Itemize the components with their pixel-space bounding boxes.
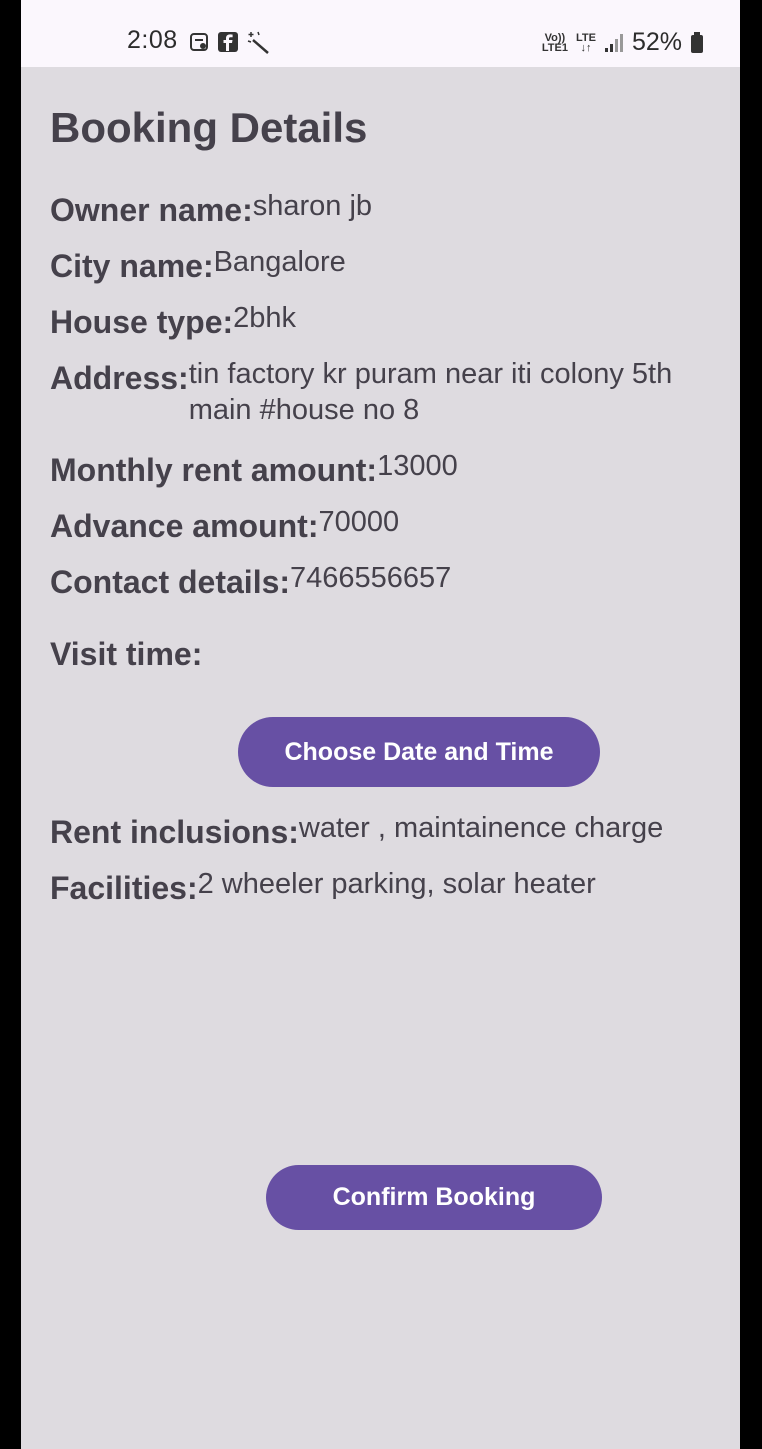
- facebook-icon: [218, 32, 238, 52]
- contact-details-value: 7466556657: [290, 562, 452, 594]
- advance-amount-value: 70000: [318, 506, 400, 538]
- battery-percentage: 52%: [631, 28, 682, 56]
- rent-inclusions-row: Rent inclusions: water , maintainence ch…: [50, 810, 663, 851]
- rent-inclusions-label: Rent inclusions:: [50, 814, 299, 850]
- advance-amount-label: Advance amount:: [50, 508, 319, 544]
- status-time: 2:08: [127, 26, 178, 54]
- address-row: Address: tin factory kr puram near iti c…: [50, 356, 720, 428]
- owner-name-value: sharon jb: [252, 190, 373, 222]
- address-value: tin factory kr puram near iti colony 5th…: [188, 358, 673, 426]
- signal-icon: [604, 33, 623, 52]
- house-type-row: House type: 2bhk: [50, 300, 296, 341]
- app-screen: 2:08 Vo)) LTE1 LTE ↓↑ 52% Booking Detail…: [21, 0, 740, 1449]
- address-label: Address:: [50, 360, 189, 396]
- monthly-rent-row: Monthly rent amount: 13000: [50, 448, 458, 489]
- owner-name-label: Owner name:: [50, 192, 253, 228]
- volte-indicator: Vo)) LTE1: [541, 31, 568, 54]
- visit-time-label: Visit time:: [50, 636, 203, 672]
- battery-icon: [691, 31, 703, 53]
- monthly-rent-label: Monthly rent amount:: [50, 452, 378, 488]
- magic-wand-icon: [247, 31, 269, 54]
- choose-date-time-button[interactable]: Choose Date and Time: [238, 717, 600, 787]
- advance-amount-row: Advance amount: 70000: [50, 504, 399, 545]
- city-name-value: Bangalore: [213, 246, 346, 278]
- city-name-label: City name:: [50, 248, 214, 284]
- city-name-row: City name: Bangalore: [50, 244, 346, 285]
- status-bar: 2:08 Vo)) LTE1 LTE ↓↑ 52%: [21, 0, 740, 67]
- owner-name-row: Owner name: sharon jb: [50, 188, 372, 229]
- message-icon: [190, 33, 208, 51]
- notification-icons: [189, 30, 271, 54]
- house-type-label: House type:: [50, 304, 234, 340]
- rent-inclusions-value: water , maintainence charge: [298, 812, 664, 844]
- contact-details-label: Contact details:: [50, 564, 291, 600]
- lte-indicator: LTE ↓↑: [575, 31, 596, 54]
- contact-details-row: Contact details: 7466556657: [50, 560, 451, 601]
- visit-time-row: Visit time:: [50, 632, 202, 673]
- page-title: Booking Details: [50, 104, 368, 151]
- house-type-value: 2bhk: [233, 302, 297, 334]
- monthly-rent-value: 13000: [377, 450, 458, 482]
- facilities-label: Facilities:: [50, 870, 198, 906]
- facilities-value: 2 wheeler parking, solar heater: [197, 868, 596, 900]
- facilities-row: Facilities: 2 wheeler parking, solar hea…: [50, 866, 596, 907]
- confirm-booking-button[interactable]: Confirm Booking: [266, 1165, 602, 1230]
- system-icons: Vo)) LTE1 LTE ↓↑ 52%: [542, 28, 704, 57]
